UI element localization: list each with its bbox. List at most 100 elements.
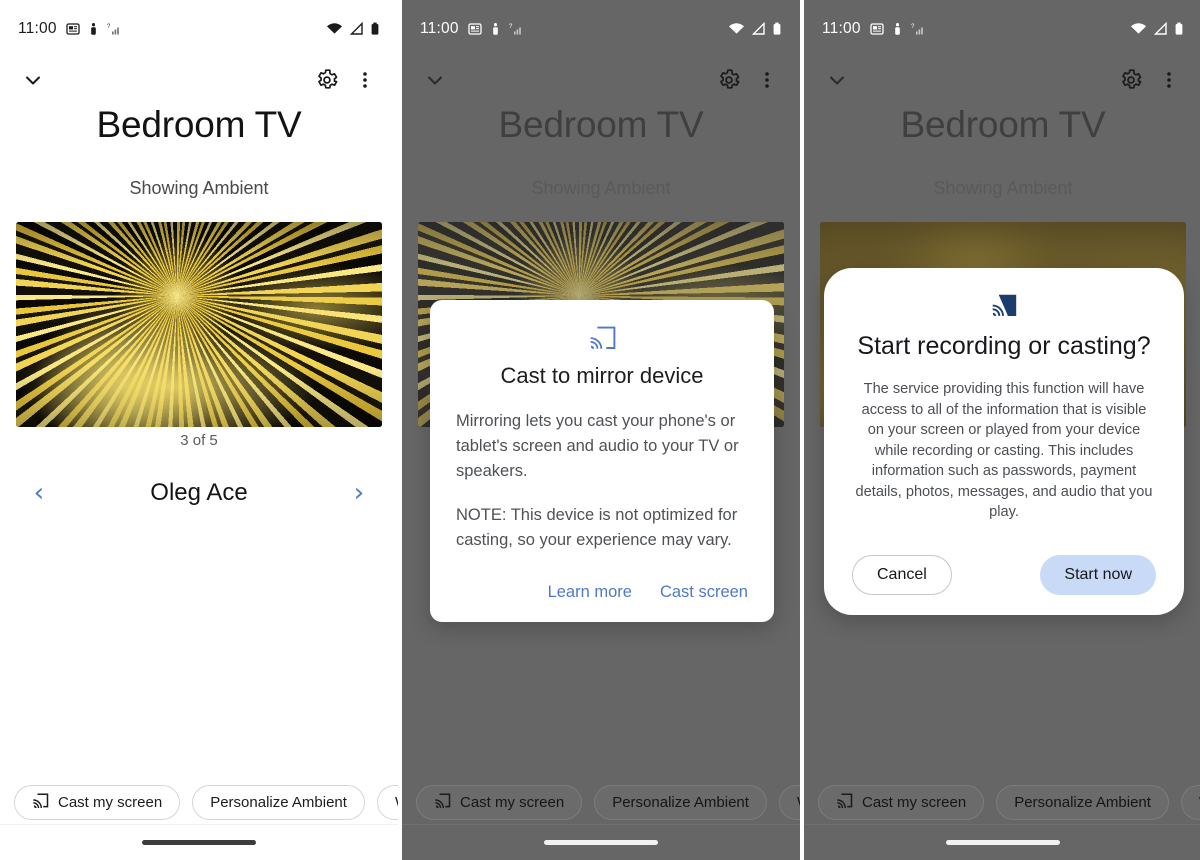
cast-icon — [32, 792, 49, 812]
status-bar-clock: 11:00 — [420, 20, 459, 37]
ambient-photo-image — [16, 222, 382, 427]
more-options-button[interactable] — [1150, 61, 1188, 99]
collapse-button[interactable] — [818, 61, 856, 99]
chip-cast-my-screen[interactable]: Cast my screen — [14, 784, 181, 820]
carousel-counter: 3 of 5 — [180, 432, 218, 449]
svg-text:?: ? — [509, 24, 513, 30]
media-title: Oleg Ace — [150, 479, 248, 506]
chip-label: Cast my screen — [58, 793, 163, 811]
dialog-body: Mirroring lets you cast your phone's or … — [456, 409, 748, 553]
status-bar: 11:00 ? — [0, 0, 398, 58]
gear-icon — [720, 69, 740, 89]
status-bar-left: 11:00 ? — [822, 20, 926, 38]
system-nav-bar — [0, 824, 398, 860]
vibrate-icon — [491, 22, 500, 36]
chip-personalize-ambient[interactable]: Personalize Ambient — [996, 784, 1169, 820]
more-options-button[interactable] — [346, 61, 384, 99]
cast-screen-button[interactable]: Cast screen — [660, 583, 748, 602]
screen-start-recording-dialog: 11:00 ? Bedroom TV Showing Ambient Start… — [804, 0, 1200, 860]
dialog-body: The service providing this function will… — [855, 381, 1153, 520]
settings-button[interactable] — [710, 61, 748, 99]
status-bar-left: 11:00 ? — [420, 20, 524, 38]
dialog-actions: Learn more Cast screen — [456, 583, 748, 610]
home-gesture-pill[interactable] — [142, 840, 256, 845]
dialog-body-paragraph-1: Mirroring lets you cast your phone's or … — [456, 412, 739, 480]
chip-label: Cast my screen — [862, 793, 967, 811]
system-nav-bar — [402, 824, 800, 860]
status-bar-left: 11:00 ? — [18, 20, 122, 38]
wifi-icon — [326, 22, 343, 36]
news-icon — [65, 22, 80, 36]
ambient-photo[interactable] — [16, 222, 382, 427]
app-bar — [804, 58, 1200, 102]
dialog-actions: Cancel Start now — [848, 554, 1160, 595]
chip-row: Cast my screen Personalize Ambient Watch — [0, 780, 398, 824]
news-icon — [467, 22, 482, 36]
home-gesture-pill[interactable] — [946, 840, 1060, 845]
home-gesture-pill[interactable] — [544, 840, 658, 845]
vibrate-icon — [89, 22, 98, 36]
page-title: Bedroom TV — [900, 104, 1106, 145]
carousel-prev-button[interactable]: ‹ — [24, 480, 54, 506]
chip-row: Cast my screen Personalize Ambient Watch — [402, 780, 800, 824]
collapse-button[interactable] — [416, 61, 454, 99]
cellular-signal-icon — [349, 21, 364, 36]
dialog-title: Start recording or casting? — [857, 332, 1151, 360]
vibrate-icon — [893, 22, 902, 36]
signal-unknown-icon: ? — [509, 22, 524, 36]
chip-watch[interactable]: Watch — [376, 784, 398, 820]
screen-ambient-carousel: 11:00 ? Bedroom TV Showing Ambient 3 of … — [0, 0, 398, 860]
status-bar-clock: 11:00 — [822, 20, 861, 37]
cast-icon — [434, 792, 451, 812]
cancel-button[interactable]: Cancel — [852, 554, 952, 595]
collapse-button[interactable] — [14, 61, 52, 99]
page-title: Bedroom TV — [498, 104, 704, 145]
chip-watch[interactable]: Watch — [1180, 784, 1200, 820]
cast-icon — [836, 792, 853, 812]
chip-label: Personalize Ambient — [210, 793, 347, 811]
more-options-button[interactable] — [748, 61, 786, 99]
chip-label: Personalize Ambient — [612, 793, 749, 811]
dialog-title: Cast to mirror device — [500, 363, 704, 388]
screen-cast-to-mirror-dialog: 11:00 ? Bedroom TV Showing Ambient Cast … — [402, 0, 800, 860]
chip-label: Watch — [797, 794, 800, 811]
signal-unknown-icon: ? — [911, 22, 926, 36]
battery-icon — [772, 22, 782, 36]
wifi-icon — [1130, 22, 1147, 36]
status-bar-clock: 11:00 — [18, 20, 57, 37]
chip-personalize-ambient[interactable]: Personalize Ambient — [594, 784, 767, 820]
svg-text:?: ? — [107, 24, 111, 30]
learn-more-button[interactable]: Learn more — [548, 583, 632, 602]
chip-watch[interactable]: Watch — [778, 784, 800, 820]
app-bar — [0, 58, 398, 102]
carousel-controls: ‹ Oleg Ace › — [0, 468, 398, 518]
status-bar-right — [326, 21, 380, 36]
chevron-down-icon — [830, 76, 844, 85]
signal-unknown-icon: ? — [107, 22, 122, 36]
dialog-body-paragraph-2: NOTE: This device is not optimized for c… — [456, 506, 738, 549]
more-vert-icon — [1167, 72, 1171, 88]
start-now-button[interactable]: Start now — [1040, 554, 1156, 595]
chevron-down-icon — [428, 76, 442, 85]
chip-label: Personalize Ambient — [1014, 793, 1151, 811]
status-bar-right — [1130, 21, 1184, 36]
page-title: Bedroom TV — [96, 104, 302, 145]
screenshot-triptych: 11:00 ? Bedroom TV Showing Ambient 3 of … — [0, 0, 1200, 860]
cast-icon — [848, 294, 1160, 322]
cellular-signal-icon — [751, 21, 766, 36]
chip-cast-my-screen[interactable]: Cast my screen — [416, 784, 583, 820]
battery-icon — [370, 22, 380, 36]
chip-row: Cast my screen Personalize Ambient Watch — [804, 780, 1200, 824]
carousel-next-button[interactable]: › — [344, 480, 374, 506]
settings-button[interactable] — [308, 61, 346, 99]
device-status-text: Showing Ambient — [531, 178, 671, 198]
device-status-text: Showing Ambient — [933, 178, 1073, 198]
status-bar: 11:00 ? — [402, 0, 800, 58]
chevron-down-icon — [26, 76, 40, 85]
system-nav-bar — [804, 824, 1200, 860]
settings-button[interactable] — [1112, 61, 1150, 99]
chip-personalize-ambient[interactable]: Personalize Ambient — [192, 784, 365, 820]
chip-cast-my-screen[interactable]: Cast my screen — [818, 784, 985, 820]
battery-icon — [1174, 22, 1184, 36]
more-vert-icon — [363, 72, 367, 88]
